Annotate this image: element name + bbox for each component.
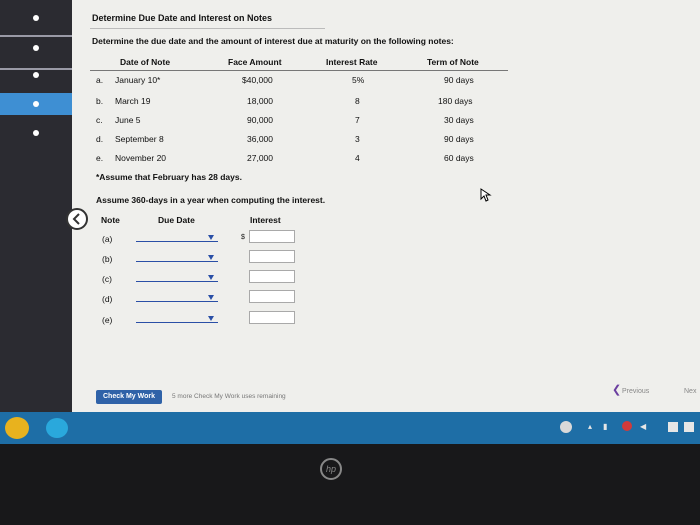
nav-item-4[interactable] <box>33 101 39 107</box>
interest-input[interactable] <box>249 290 295 303</box>
row-amount: 90,000 <box>247 115 273 125</box>
edge-icon[interactable] <box>46 418 68 438</box>
chevron-down-icon[interactable] <box>208 235 214 240</box>
nav-divider <box>0 68 72 70</box>
wifi-icon[interactable]: ▴ <box>588 422 592 431</box>
answer-header-note: Note <box>101 215 120 225</box>
row-letter: b. <box>96 96 104 106</box>
menu-icon[interactable] <box>684 422 694 432</box>
header-date: Date of Note <box>120 57 171 67</box>
table-header-rule <box>90 70 508 71</box>
row-date: January 10* <box>115 75 161 85</box>
due-date-select[interactable] <box>136 301 218 302</box>
back-button[interactable] <box>66 208 88 230</box>
header-rate: Interest Rate <box>326 57 378 67</box>
answer-row-label: (d) <box>102 294 113 304</box>
nav-divider <box>0 35 72 37</box>
answer-row-label: (e) <box>102 315 113 325</box>
row-date: September 8 <box>115 134 164 144</box>
row-letter: c. <box>96 115 103 125</box>
answer-row-label: (b) <box>102 254 113 264</box>
footnote: *Assume that February has 28 days. <box>96 172 242 182</box>
nav-item-1[interactable] <box>33 15 39 21</box>
help-icon[interactable] <box>560 421 572 433</box>
question-nav <box>0 0 72 412</box>
page-title: Determine Due Date and Interest on Notes <box>92 13 273 23</box>
row-letter: e. <box>96 153 104 163</box>
hp-logo: hp <box>320 458 342 480</box>
header-term: Term of Note <box>427 57 479 67</box>
row-term: 30 days <box>444 115 474 125</box>
answer-row-label: (c) <box>102 274 112 284</box>
chevron-down-icon[interactable] <box>208 295 214 300</box>
due-date-select[interactable] <box>136 241 218 242</box>
row-rate: 8 <box>355 96 360 106</box>
header-amount: Face Amount <box>228 57 282 67</box>
interest-input[interactable] <box>249 311 295 324</box>
chevron-left-icon <box>72 213 80 225</box>
assumption-text: Assume 360-days in a year when computing… <box>96 195 326 205</box>
nav-item-3[interactable] <box>33 72 39 78</box>
row-term: 90 days <box>444 75 474 85</box>
row-amount: 18,000 <box>247 96 273 106</box>
interest-input[interactable] <box>249 270 295 283</box>
interest-input[interactable] <box>249 230 295 243</box>
answer-row-label: (a) <box>102 234 113 244</box>
due-date-select[interactable] <box>136 281 218 282</box>
nav-item-5[interactable] <box>33 130 39 136</box>
check-my-work-button[interactable]: Check My Work <box>96 390 162 404</box>
chevron-down-icon[interactable] <box>208 275 214 280</box>
question-panel: Determine Due Date and Interest on Notes… <box>72 0 700 412</box>
remaining-uses-text: 5 more Check My Work uses remaining <box>172 393 286 400</box>
chat-icon[interactable] <box>668 422 678 432</box>
row-amount: $40,000 <box>242 75 273 85</box>
taskbar: ▴ ▮ ◀ <box>0 412 700 444</box>
row-date: November 20 <box>115 153 167 163</box>
previous-button[interactable]: Previous <box>622 388 649 395</box>
row-rate: 7 <box>355 115 360 125</box>
row-amount: 36,000 <box>247 134 273 144</box>
answer-header-interest: Interest <box>250 215 281 225</box>
row-rate: 4 <box>355 153 360 163</box>
row-date: June 5 <box>115 115 141 125</box>
answer-header-due-date: Due Date <box>158 215 195 225</box>
row-term: 90 days <box>444 134 474 144</box>
row-date: March 19 <box>115 96 151 106</box>
title-divider <box>90 28 325 29</box>
chevron-down-icon[interactable] <box>208 255 214 260</box>
row-letter: d. <box>96 134 104 144</box>
row-rate: 5% <box>352 75 365 85</box>
row-term: 180 days <box>438 96 473 106</box>
row-rate: 3 <box>355 134 360 144</box>
row-amount: 27,000 <box>247 153 273 163</box>
volume-icon[interactable]: ◀ <box>640 422 646 431</box>
battery-icon[interactable]: ▮ <box>603 422 607 431</box>
chevron-left-icon[interactable]: ❮ <box>612 383 621 396</box>
due-date-select[interactable] <box>136 322 218 323</box>
cursor-icon <box>480 188 492 202</box>
notification-icon[interactable] <box>622 421 632 431</box>
row-term: 60 days <box>444 153 474 163</box>
nav-item-2[interactable] <box>33 45 39 51</box>
laptop-bezel: hp <box>0 444 700 525</box>
instruction-text: Determine the due date and the amount of… <box>92 36 454 46</box>
chrome-icon[interactable] <box>5 417 29 439</box>
next-button[interactable]: Nex <box>684 388 696 395</box>
due-date-select[interactable] <box>136 261 218 262</box>
row-letter: a. <box>96 75 104 85</box>
interest-input[interactable] <box>249 250 295 263</box>
currency-symbol: $ <box>241 234 245 241</box>
chevron-down-icon[interactable] <box>208 316 214 321</box>
